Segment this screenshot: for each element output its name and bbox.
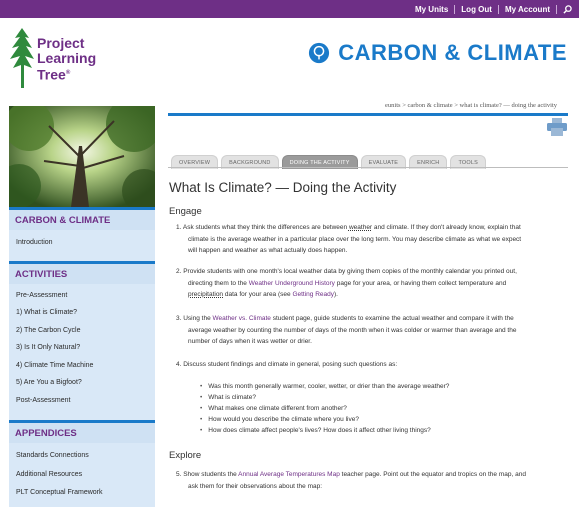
sidebar-item-climate-time-machine[interactable]: 4) Climate Time Machine [9,356,155,374]
search-icon[interactable] [557,4,579,14]
step-text: student page, guide students to examine … [270,315,514,322]
sidebar-item-introduction[interactable]: Introduction [9,230,155,251]
site-title-text: CARBON & CLIMATE [338,40,567,65]
sidebar-item-bigfoot[interactable]: 5) Are You a Bigfoot? [9,373,155,391]
step-text: 4. Discuss student findings and climate … [176,361,398,368]
step-text: 5. Show students the [176,471,239,478]
step-text: number of days when it was wetter or dri… [188,338,312,345]
my-account-link[interactable]: My Account [499,5,556,14]
log-out-link[interactable]: Log Out [455,5,498,14]
site-title: CARBON & CLIMATE [308,40,567,66]
weather-link[interactable]: weather [349,224,372,231]
sidebar-item-pre-assessment[interactable]: Pre-Assessment [9,284,155,304]
weather-vs-climate-link[interactable]: Weather vs. Climate [213,315,271,322]
sidebar-item-post-assessment[interactable]: Post-Assessment [9,391,155,409]
tree-circle-icon [309,42,330,64]
getting-ready-link[interactable]: Getting Ready [292,291,334,298]
step-text: will happen and weather as what actually… [188,247,348,254]
list-item: How does climate affect people's lives? … [200,425,449,436]
sidebar-heading-carbon-climate: CARBON & CLIMATE [9,207,155,230]
step-text: and climate. If they don't already know,… [372,224,521,231]
sidebar-item-framework[interactable]: PLT Conceptual Framework [9,482,155,501]
my-units-link[interactable]: My Units [409,5,454,14]
step-text: directing them to the [188,279,249,287]
printer-icon[interactable] [547,118,567,136]
precipitation-link[interactable]: precipitation [188,291,223,298]
step-text: ask them for their observations about th… [188,482,323,490]
discussion-questions-list: Was this month generally warmer, cooler,… [200,381,449,436]
project-learning-tree-logo[interactable]: Project Learning Tree® [9,26,124,96]
list-item: What is climate? [200,392,449,403]
sidebar-item-carbon-cycle[interactable]: 2) The Carbon Cycle [9,321,155,339]
sidebar-heading-activities: ACTIVITIES [9,260,155,284]
step-text: 3. Using the [176,315,213,322]
forest-canopy-image [9,106,155,207]
sidebar-item-standards[interactable]: Standards Connections [9,443,155,464]
weather-underground-link[interactable]: Weather Underground History [249,280,335,287]
list-item-step-3: 3. Using the Weather vs. Climate student… [176,313,566,348]
list-item: How would you describe the climate where… [200,414,449,425]
list-item-step-5: 5. Show students the Annual Average Temp… [176,469,566,492]
step-text: climate is the average weather in a part… [188,235,522,243]
section-heading-explore: Explore [169,450,202,461]
registered-mark: ® [65,70,71,76]
list-item-step-1: 1. Ask students what they think the diff… [176,222,566,257]
step-text: 1. Ask students what they think the diff… [176,224,349,231]
sidebar: CARBON & CLIMATE Introduction ACTIVITIES… [9,207,155,507]
temperatures-map-link[interactable]: Annual Average Temperatures Map [238,471,340,478]
divider [168,113,568,116]
section-heading-engage: Engage [169,206,202,217]
tree-logo-icon [10,28,34,88]
sidebar-item-only-natural[interactable]: 3) Is It Only Natural? [9,338,155,356]
step-text: average weather by counting the number o… [188,326,517,334]
step-text: ). [334,291,338,298]
top-nav: My Units Log Out My Account [409,0,579,18]
sidebar-item-resources[interactable]: Additional Resources [9,464,155,483]
list-item-step-2: 2. Provide students with one month's loc… [176,266,566,301]
page-title: What Is Climate? — Doing the Activity [169,180,397,195]
sidebar-item-what-is-climate[interactable]: 1) What is Climate? [9,303,155,321]
divider [168,167,568,168]
logo-line-1: Project [37,35,85,51]
list-item: Was this month generally warmer, cooler,… [200,381,449,392]
step-text: 2. Provide students with one month's loc… [176,268,517,275]
logo-line-3: Tree [37,66,66,83]
list-item: What makes one climate different from an… [200,403,449,414]
breadcrumb[interactable]: eunits > carbon & climate > what is clim… [385,102,557,109]
logo-line-2: Learning [37,50,97,66]
step-text: page for your area, or having them colle… [334,279,507,287]
sidebar-heading-appendices: APPENDICES [9,420,155,443]
list-item-step-4: 4. Discuss student findings and climate … [176,359,566,371]
step-text: teacher page. Point out the equator and … [339,471,526,478]
step-text: data for your area (see [223,291,293,298]
